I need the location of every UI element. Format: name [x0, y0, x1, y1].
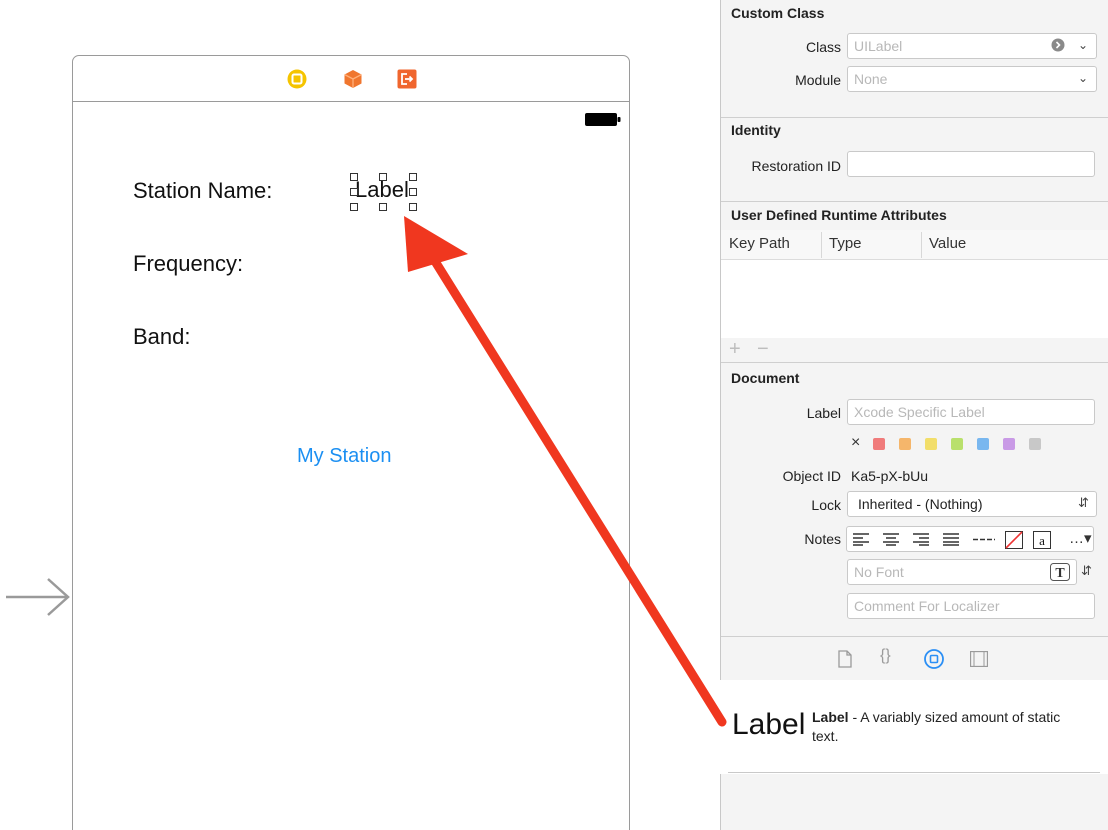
notes-font-field[interactable]: No Font [847, 559, 1077, 585]
exit-icon[interactable] [397, 69, 417, 89]
restoration-id-field[interactable] [847, 151, 1095, 177]
remove-attribute-button[interactable]: − [757, 338, 769, 361]
file-template-library-icon[interactable] [838, 650, 852, 668]
xcode-label-field[interactable]: Xcode Specific Label [847, 399, 1095, 425]
custom-class-section: Custom Class Class UILabel ⌄ Module None… [721, 0, 1108, 118]
label-color-swatch[interactable] [873, 438, 885, 450]
xcode-interface-builder: Station Name: Frequency: Band: Label My … [0, 0, 1108, 830]
lock-popup[interactable]: Inherited - (Nothing) [847, 491, 1097, 517]
scene-dock [73, 56, 629, 102]
object-id-value: Ka5-pX-bUu [851, 468, 929, 484]
font-picker-icon[interactable]: T [1050, 563, 1070, 581]
value-column-header[interactable]: Value [929, 235, 966, 252]
resize-handle-bottom-left[interactable] [350, 203, 358, 211]
comment-placeholder: Comment For Localizer [854, 598, 1000, 614]
label-color-swatch[interactable] [899, 438, 911, 450]
align-right-icon[interactable] [913, 533, 929, 546]
resize-handle-right[interactable] [409, 188, 417, 196]
class-placeholder: UILabel [854, 38, 903, 54]
resize-handle-bottom-right[interactable] [409, 203, 417, 211]
library-divider [728, 772, 1100, 773]
xcode-label-placeholder: Xcode Specific Label [854, 404, 985, 420]
add-attribute-button[interactable]: + [729, 338, 741, 361]
label-item-title: Label [812, 709, 849, 725]
label-preview: Label [732, 708, 806, 741]
label-color-swatch[interactable] [977, 438, 989, 450]
module-label: Module [795, 72, 841, 88]
selected-value-label[interactable]: Label [350, 173, 417, 211]
no-color-icon[interactable] [1005, 531, 1023, 549]
notes-label: Notes [804, 531, 841, 547]
object-library-icon[interactable] [924, 649, 944, 669]
module-dropdown-chevron-icon[interactable]: ⌄ [1078, 71, 1088, 85]
resize-handle-left[interactable] [350, 188, 358, 196]
resize-handle-bottom[interactable] [379, 203, 387, 211]
column-divider [921, 232, 922, 258]
lock-stepper-icon[interactable]: ⇵ [1078, 495, 1089, 511]
resize-handle-top[interactable] [379, 173, 387, 181]
label-color-swatch[interactable] [925, 438, 937, 450]
more-options-icon[interactable]: …▾ [1069, 529, 1092, 547]
type-column-header[interactable]: Type [829, 235, 862, 252]
inspector-tabs: {} [720, 645, 1108, 675]
lock-value: Inherited - (Nothing) [858, 496, 983, 512]
section-divider [721, 636, 1108, 637]
align-left-icon[interactable] [853, 533, 869, 546]
lock-label: Lock [811, 497, 841, 513]
custom-class-title: Custom Class [731, 5, 825, 21]
label-color-swatch[interactable] [1029, 438, 1041, 450]
align-center-icon[interactable] [883, 533, 899, 546]
text-color-icon[interactable]: a [1033, 531, 1051, 549]
svg-text:T: T [1055, 566, 1065, 581]
runtime-attributes-table[interactable] [721, 260, 1108, 338]
view-controller-icon[interactable] [287, 69, 307, 89]
label-item-description: - A variably sized amount of static text… [812, 709, 1061, 744]
document-label-label: Label [806, 405, 841, 421]
initial-view-controller-arrow-icon[interactable] [4, 576, 72, 618]
comment-for-localizer-field[interactable]: Comment For Localizer [847, 593, 1095, 619]
class-label: Class [805, 39, 841, 55]
view-controller-scene[interactable]: Station Name: Frequency: Band: Label My … [72, 55, 630, 830]
frequency-label[interactable]: Frequency: [133, 251, 243, 277]
object-id-label: Object ID [782, 468, 841, 484]
align-justify-icon[interactable] [943, 533, 959, 546]
resize-handle-top-left[interactable] [350, 173, 358, 181]
module-field[interactable]: None [847, 66, 1097, 92]
align-natural-icon[interactable] [973, 538, 995, 541]
label-color-swatch[interactable] [1003, 438, 1015, 450]
first-responder-icon[interactable] [343, 69, 363, 89]
identity-title: Identity [731, 122, 781, 138]
my-station-button[interactable]: My Station [297, 445, 391, 468]
runtime-attributes-title: User Defined Runtime Attributes [731, 207, 947, 223]
font-size-stepper-icon[interactable]: ⇵ [1081, 563, 1092, 579]
battery-icon [585, 113, 621, 126]
column-divider [821, 232, 822, 258]
resize-handle-top-right[interactable] [409, 173, 417, 181]
document-title: Document [731, 370, 800, 386]
go-to-class-arrow-icon[interactable] [1051, 38, 1065, 52]
code-snippet-library-icon[interactable]: {} [880, 647, 891, 665]
identity-section: Identity Restoration ID [721, 118, 1108, 202]
class-dropdown-chevron-icon[interactable]: ⌄ [1078, 38, 1088, 52]
label-color-swatch[interactable] [951, 438, 963, 450]
band-label[interactable]: Band: [133, 324, 191, 350]
runtime-attributes-table-header: Key Path Type Value [721, 230, 1108, 260]
clear-label-color-icon[interactable]: × [851, 434, 860, 452]
restoration-id-label: Restoration ID [751, 158, 841, 174]
section-divider [721, 362, 1108, 363]
label-description: Label - A variably sized amount of stati… [812, 708, 1082, 746]
media-library-icon[interactable] [970, 651, 988, 667]
module-placeholder: None [854, 71, 888, 87]
notes-format-bar: a …▾ [846, 526, 1094, 552]
key-path-column-header[interactable]: Key Path [729, 235, 790, 252]
station-name-label[interactable]: Station Name: [133, 178, 272, 204]
svg-text:a: a [1039, 533, 1045, 548]
object-library-label-item[interactable]: Label Label - A variably sized amount of… [720, 680, 1108, 774]
font-placeholder: No Font [854, 564, 904, 580]
